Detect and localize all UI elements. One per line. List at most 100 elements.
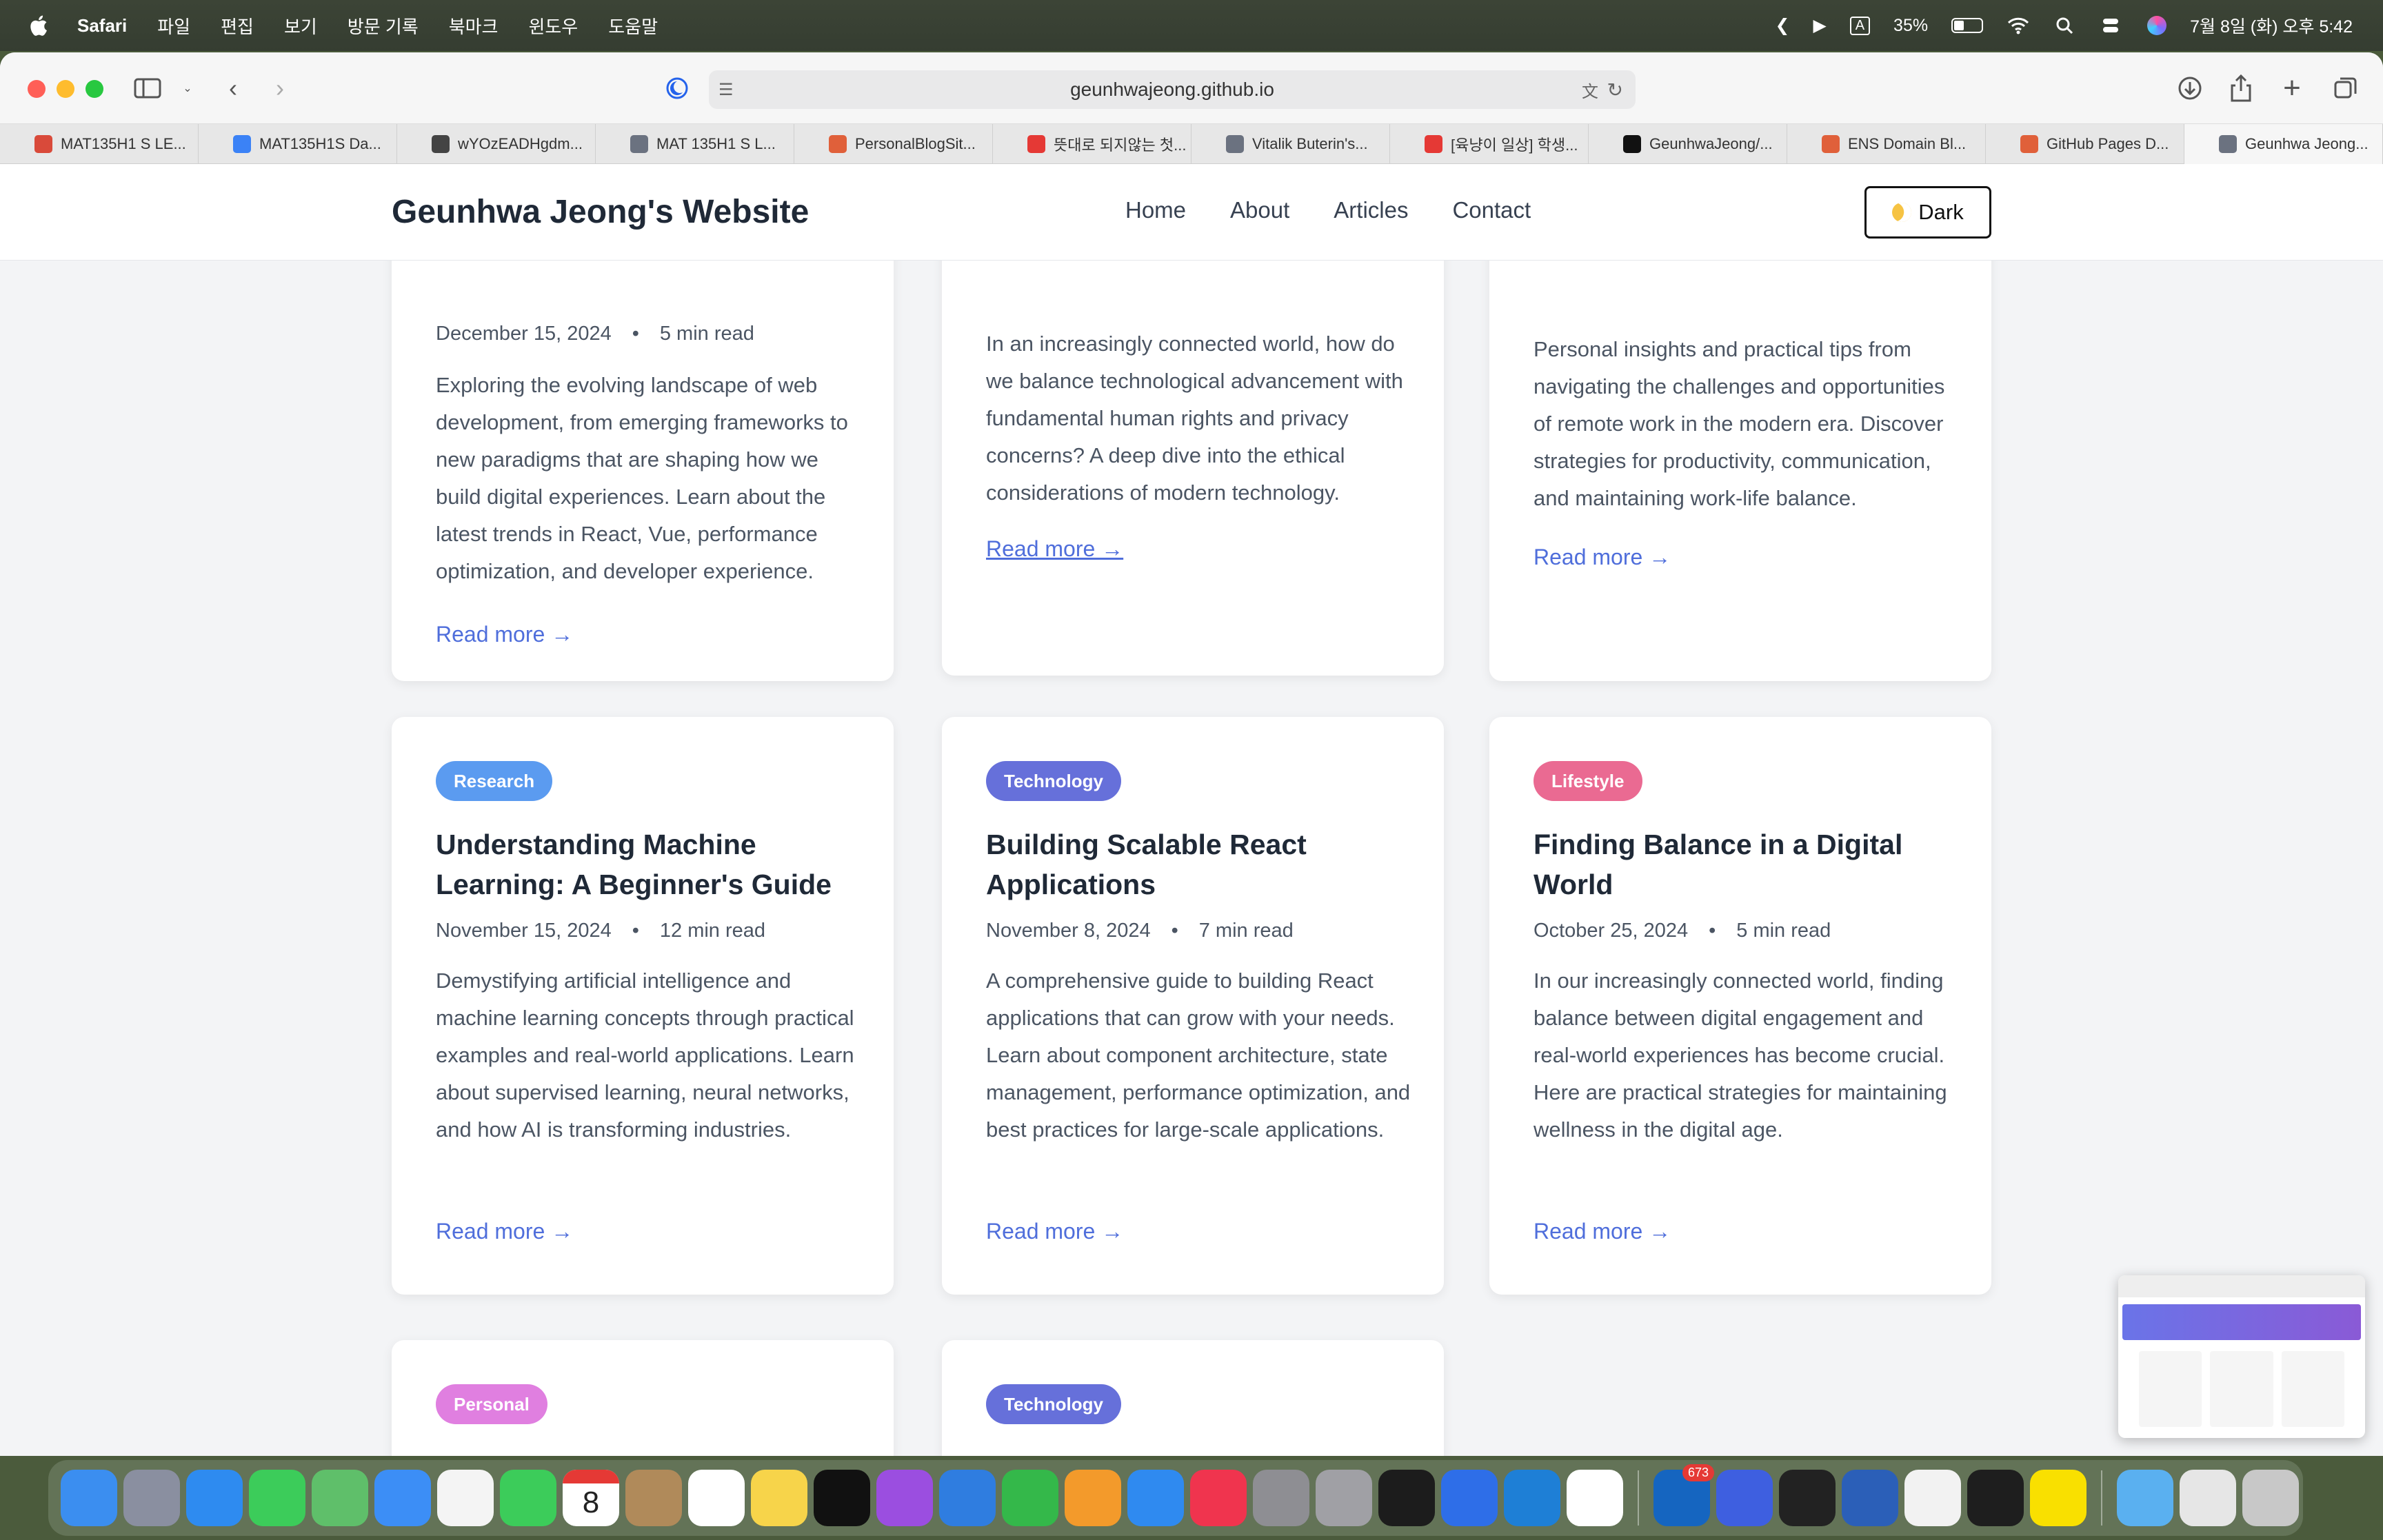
read-more-link[interactable]: Read more → [436, 622, 573, 647]
trash-icon[interactable] [2242, 1470, 2299, 1526]
nav-articles[interactable]: Articles [1334, 197, 1408, 223]
kakaotalk-icon[interactable] [2030, 1470, 2087, 1526]
terminal-icon[interactable] [1378, 1470, 1435, 1526]
dark-mode-toggle-button[interactable]: Dark [1864, 186, 1991, 239]
chrome-icon[interactable] [1904, 1470, 1961, 1526]
browser-tab[interactable]: 뜻대로 되지않는 첫... [993, 124, 1192, 164]
category-badge[interactable]: Technology [986, 761, 1121, 801]
menu-window[interactable]: 윈도우 [528, 13, 578, 39]
folder-icon[interactable] [2117, 1470, 2173, 1526]
read-more-link[interactable]: Read more → [986, 536, 1123, 562]
site-title[interactable]: Geunhwa Jeong's Website [392, 193, 809, 231]
maps-icon[interactable] [312, 1470, 368, 1526]
article-card[interactable]: Technology [942, 1340, 1444, 1456]
article-title[interactable]: Understanding Machine Learning: A Beginn… [436, 824, 863, 904]
chevron-left-icon[interactable]: ❮ [1776, 15, 1790, 36]
browser-tab[interactable]: GitHub Pages D... [1986, 124, 2184, 164]
nav-contact[interactable]: Contact [1452, 197, 1531, 223]
share-icon[interactable] [2226, 73, 2256, 103]
nordvpn-icon[interactable] [1716, 1470, 1773, 1526]
browser-tab[interactable]: wYOzEADHgdm... [397, 124, 596, 164]
category-badge[interactable]: Research [436, 761, 553, 801]
new-tab-button[interactable]: + [2277, 71, 2307, 105]
settings-icon[interactable] [1253, 1470, 1309, 1526]
menu-help[interactable]: 도움말 [608, 13, 658, 39]
chevron-down-icon[interactable]: ⌄ [172, 73, 203, 103]
reminders-icon[interactable] [688, 1470, 745, 1526]
keynote-icon[interactable] [939, 1470, 996, 1526]
mail-icon[interactable] [374, 1470, 431, 1526]
article-card[interactable]: Lifestyle Finding Balance in a Digital W… [1489, 717, 1991, 1295]
xcode-icon[interactable] [1441, 1470, 1498, 1526]
minimize-window-button[interactable] [57, 80, 74, 98]
input-source-indicator[interactable]: A [1849, 16, 1871, 35]
browser-tab[interactable]: MAT 135H1 S L... [596, 124, 794, 164]
browser-tab[interactable]: MAT135H1S Da... [199, 124, 397, 164]
category-badge[interactable]: Personal [436, 1384, 547, 1424]
downloads-icon[interactable] [2175, 73, 2205, 103]
sidebar-toggle-icon[interactable] [132, 73, 163, 103]
photos-icon[interactable] [437, 1470, 494, 1526]
zoom-window-button[interactable] [86, 80, 103, 98]
nav-home[interactable]: Home [1125, 197, 1186, 223]
facetime-icon[interactable] [500, 1470, 556, 1526]
read-more-link[interactable]: Read more → [1534, 1219, 1671, 1244]
forward-button[interactable]: › [265, 73, 295, 103]
menu-edit[interactable]: 편집 [221, 13, 254, 39]
numbers-icon[interactable] [1002, 1470, 1058, 1526]
calendar-8-icon[interactable] [1567, 1470, 1623, 1526]
vscode-icon[interactable] [1504, 1470, 1560, 1526]
contacts-icon[interactable] [625, 1470, 682, 1526]
word-icon[interactable] [1842, 1470, 1898, 1526]
nav-about[interactable]: About [1230, 197, 1289, 223]
article-title[interactable]: Building Scalable React Applications [986, 824, 1414, 904]
browser-tab[interactable]: [육냥이 일상] 학생... [1390, 124, 1589, 164]
browser-tab[interactable]: ENS Domain Bl... [1787, 124, 1986, 164]
menu-file[interactable]: 파일 [157, 13, 190, 39]
play-circle-icon[interactable]: ▶︎ [1813, 15, 1826, 36]
menu-history[interactable]: 방문 기록 [348, 13, 419, 39]
category-badge[interactable]: Lifestyle [1534, 761, 1642, 801]
battery-icon[interactable] [1951, 18, 1984, 33]
messages-icon[interactable] [249, 1470, 305, 1526]
page-settings-icon[interactable]: ☰ [718, 80, 734, 100]
browser-tab[interactable]: PersonalBlogSit... [794, 124, 993, 164]
apple-menu-icon[interactable] [28, 14, 48, 37]
pages-icon[interactable] [1065, 1470, 1121, 1526]
calendar-icon[interactable]: 8 [563, 1470, 619, 1526]
tab-overview-icon[interactable] [2331, 73, 2361, 103]
menu-app-safari[interactable]: Safari [77, 15, 127, 37]
tv-icon[interactable] [814, 1470, 870, 1526]
read-more-link[interactable]: Read more → [1534, 545, 1671, 570]
read-more-link[interactable]: Read more → [986, 1219, 1123, 1244]
podcasts-icon[interactable] [876, 1470, 933, 1526]
read-more-link[interactable]: Read more → [436, 1219, 573, 1244]
privacy-report-icon[interactable] [662, 73, 692, 103]
window-icon[interactable] [2180, 1470, 2236, 1526]
iphone-mirroring-icon[interactable] [1316, 1470, 1372, 1526]
music-icon[interactable] [1190, 1470, 1247, 1526]
menubar-clock[interactable]: 7월 8일 (화) 오후 5:42 [2190, 13, 2353, 38]
close-window-button[interactable] [28, 80, 46, 98]
article-card[interactable]: Technology Building Scalable React Appli… [942, 717, 1444, 1295]
safari-icon[interactable] [186, 1470, 243, 1526]
search-icon[interactable] [2053, 16, 2077, 35]
article-card[interactable]: Research Understanding Machine Learning:… [392, 717, 894, 1295]
browser-tab[interactable]: GeunhwaJeong/... [1589, 124, 1787, 164]
unity-icon[interactable] [1779, 1470, 1836, 1526]
wifi-icon[interactable] [2007, 16, 2030, 35]
address-bar[interactable]: ☰ geunhwajeong.github.io 文 ↻ [709, 70, 1636, 109]
category-badge[interactable]: Technology [986, 1384, 1121, 1424]
url-text[interactable]: geunhwajeong.github.io [1070, 79, 1274, 101]
browser-tab[interactable]: MAT135H1 S LE... [0, 124, 199, 164]
outlook-icon[interactable]: 673 [1653, 1464, 1714, 1526]
control-center-icon[interactable] [2100, 16, 2124, 35]
menu-view[interactable]: 보기 [284, 13, 317, 39]
browser-tab[interactable]: Vitalik Buterin's... [1192, 124, 1390, 164]
translate-icon[interactable]: 文 [1582, 78, 1598, 102]
notes-icon[interactable] [751, 1470, 807, 1526]
finder-icon[interactable] [61, 1470, 117, 1526]
article-title[interactable]: Finding Balance in a Digital World [1534, 824, 1961, 904]
launchpad-icon[interactable] [123, 1470, 180, 1526]
article-card[interactable]: Personal [392, 1340, 894, 1456]
